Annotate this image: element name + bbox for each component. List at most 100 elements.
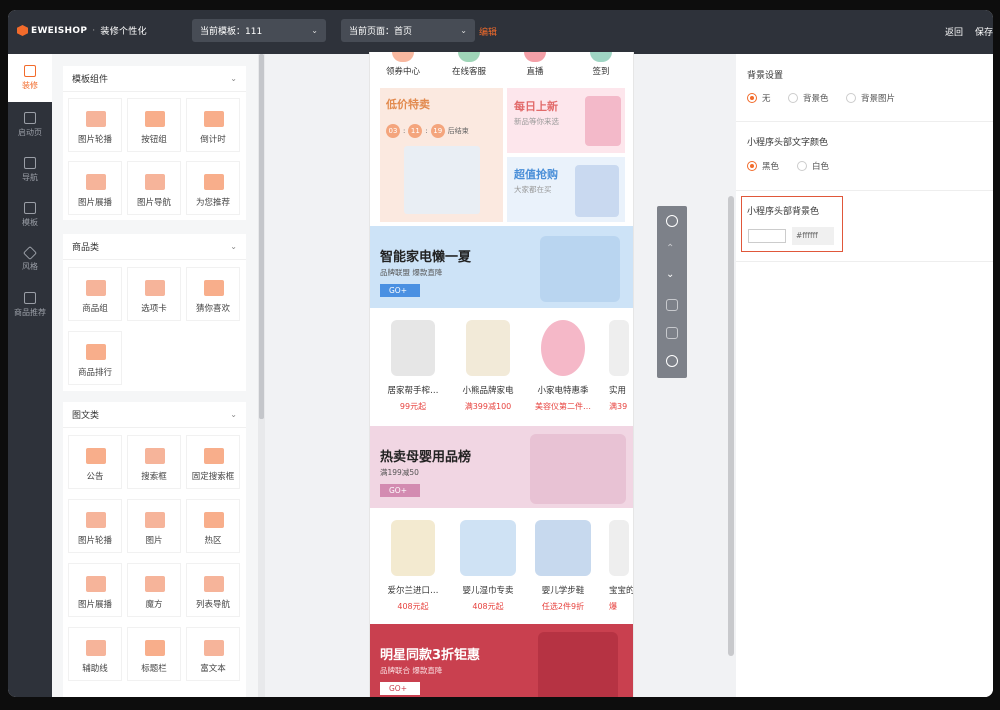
chevron-down-icon[interactable]: ⌄ [666, 269, 678, 281]
template-icon [24, 201, 36, 214]
product-card[interactable]: 实用 满39 [603, 308, 633, 412]
component-tile[interactable]: 商品排行 [68, 331, 122, 385]
component-tile[interactable]: 搜索框 [127, 435, 181, 489]
sidebar-item-template[interactable]: 模板 [8, 192, 52, 237]
grid-icon [24, 156, 36, 169]
component-tile[interactable]: 图片展播 [68, 563, 122, 617]
banner-go-button[interactable]: GO+ [380, 284, 420, 297]
component-tile[interactable]: 商品组 [68, 267, 122, 321]
product-card[interactable]: 居家帮手榨… 99元起 [378, 308, 448, 412]
logo-text: EWEISHOP [31, 25, 88, 36]
deal-card[interactable]: 超值抢购 大家都在买 [507, 157, 625, 222]
template-select-label: 当前模板：111 [200, 27, 263, 37]
banner-image [538, 632, 618, 697]
new-arrivals-card[interactable]: 每日上新 新品等你来选 [507, 88, 625, 153]
component-tile[interactable]: 图片轮播 [68, 98, 122, 152]
component-tile[interactable]: 倒计时 [186, 98, 240, 152]
nav-item[interactable]: 签到 [568, 52, 633, 77]
banner-appliances[interactable]: 智能家电懒一夏 品牌联盟 爆款直降 GO+ [370, 226, 633, 308]
group-title: 商品类 [72, 243, 100, 253]
component-tile[interactable]: 图片导航 [127, 161, 181, 215]
text-color-white[interactable]: 白色 [797, 160, 829, 172]
chevron-up-icon[interactable]: ⌃ [666, 243, 678, 255]
showcase-icon [86, 576, 106, 592]
edit-link[interactable]: 编辑 [479, 25, 497, 38]
logo-separator: · [92, 25, 96, 36]
product-name: 婴儿学步鞋 [541, 586, 585, 596]
product-card[interactable]: 小家电特惠季 美容仪第二件… [528, 308, 598, 412]
color-hex-input[interactable]: #ffffff [792, 227, 834, 245]
brush-icon [24, 65, 36, 77]
component-tile[interactable]: 列表导航 [186, 563, 240, 617]
product-card[interactable]: 小熊品牌家电 满399减100 [453, 308, 523, 412]
export-icon[interactable] [666, 327, 678, 339]
component-tile[interactable]: 固定搜索框 [186, 435, 240, 489]
component-tile[interactable]: 图片展播 [68, 161, 122, 215]
sidebar-item-style[interactable]: 风格 [8, 237, 52, 282]
sidebar-item-splash[interactable]: 启动页 [8, 102, 52, 147]
nav-item[interactable]: 直播 [502, 52, 568, 77]
product-price: 任选2件9折 [541, 602, 585, 611]
nav-item[interactable]: 领券中心 [370, 52, 436, 77]
radio [797, 161, 807, 171]
group-header[interactable]: 模板组件 ⌄ [63, 66, 246, 92]
color-swatch[interactable] [748, 229, 786, 243]
tile-label: 搜索框 [141, 472, 167, 482]
banner-baby[interactable]: 热卖母婴用品榜 满199减50 GO+ [370, 426, 633, 508]
copy-icon[interactable] [666, 299, 678, 311]
product-image [391, 520, 435, 576]
bg-option-none[interactable]: 无 [747, 92, 771, 104]
banner-go-button[interactable]: GO+ [380, 484, 420, 497]
product-name: 爱尔兰进口… [387, 586, 439, 596]
component-tile[interactable]: 标题栏 [127, 627, 181, 681]
nav-item[interactable]: 在线客服 [436, 52, 502, 77]
sidebar-item-decorate[interactable]: 装修 [8, 54, 52, 102]
sidebar-item-recommend[interactable]: 商品推荐 [8, 282, 52, 327]
component-tile[interactable]: 辅助线 [68, 627, 122, 681]
bg-option-color[interactable]: 背景色 [788, 92, 829, 104]
flash-sale-card[interactable]: 低价特卖 03: 11: 19 后结束 [380, 88, 503, 222]
radio [788, 93, 798, 103]
product-card[interactable]: 婴儿学步鞋任选2件9折 [528, 508, 598, 612]
save-button[interactable]: 保存 [975, 25, 993, 38]
page-select[interactable]: 当前页面：首页 ⌄ [341, 19, 475, 42]
product-row: 爱尔兰进口… 408元起 婴儿湿巾专卖 408元起 婴儿学步鞋任选2件9折 宝宝的爆 [378, 508, 633, 626]
group-title: 模板组件 [72, 75, 109, 85]
text-color-black[interactable]: 黑色 [747, 160, 779, 172]
component-tile[interactable]: 猜你喜欢 [186, 267, 240, 321]
component-tile[interactable]: 按钮组 [127, 98, 181, 152]
recommend-icon [204, 174, 224, 190]
component-tile[interactable]: 热区 [186, 499, 240, 553]
showcase-icon [86, 174, 106, 190]
image-icon [86, 512, 106, 528]
radio-checked [747, 93, 757, 103]
component-tile[interactable]: 选项卡 [127, 267, 181, 321]
group-header[interactable]: 商品类 ⌄ [63, 234, 246, 260]
product-card[interactable]: 婴儿湿巾专卖 408元起 [453, 508, 523, 612]
product-card[interactable]: 宝宝的爆 [603, 508, 633, 612]
component-tile[interactable]: 公告 [68, 435, 122, 489]
logo: EWEISHOP · 装修个性化 [17, 24, 147, 37]
component-tile[interactable]: 图片轮播 [68, 499, 122, 553]
app-window: EWEISHOP · 装修个性化 当前模板：111 ⌄ 当前页面：首页 ⌄ 编辑… [8, 10, 993, 697]
settings-icon[interactable] [666, 355, 678, 367]
panel-scrollbar-thumb[interactable] [259, 54, 264, 419]
sidebar-item-nav[interactable]: 导航 [8, 147, 52, 192]
group-header[interactable]: 图文类 ⌄ [63, 402, 246, 428]
component-tile[interactable]: 为您推荐 [186, 161, 240, 215]
phone-preview[interactable]: 领券中心 在线客服 直播 签到 低价特卖 03: 11: 19 后结束 每日上新… [369, 52, 634, 697]
banner-sub: 品牌联盟 爆款直降 [380, 268, 443, 277]
chevron-down-icon: ⌄ [230, 242, 237, 251]
component-tile[interactable]: 魔方 [127, 563, 181, 617]
product-card[interactable]: 爱尔兰进口… 408元起 [378, 508, 448, 612]
back-button[interactable]: 返回 [945, 25, 963, 38]
eye-icon[interactable] [666, 215, 678, 227]
banner-beauty[interactable]: 明星同款3折钜惠 品牌联合 爆款直降 GO+ [370, 624, 633, 697]
template-select[interactable]: 当前模板：111 ⌄ [192, 19, 326, 42]
sidebar-item-label: 模板 [22, 217, 38, 227]
bg-option-image[interactable]: 背景图片 [846, 92, 895, 104]
preview-scrollbar[interactable] [728, 196, 734, 656]
component-tile[interactable]: 图片 [127, 499, 181, 553]
component-tile[interactable]: 富文本 [186, 627, 240, 681]
banner-go-button[interactable]: GO+ [380, 682, 420, 695]
